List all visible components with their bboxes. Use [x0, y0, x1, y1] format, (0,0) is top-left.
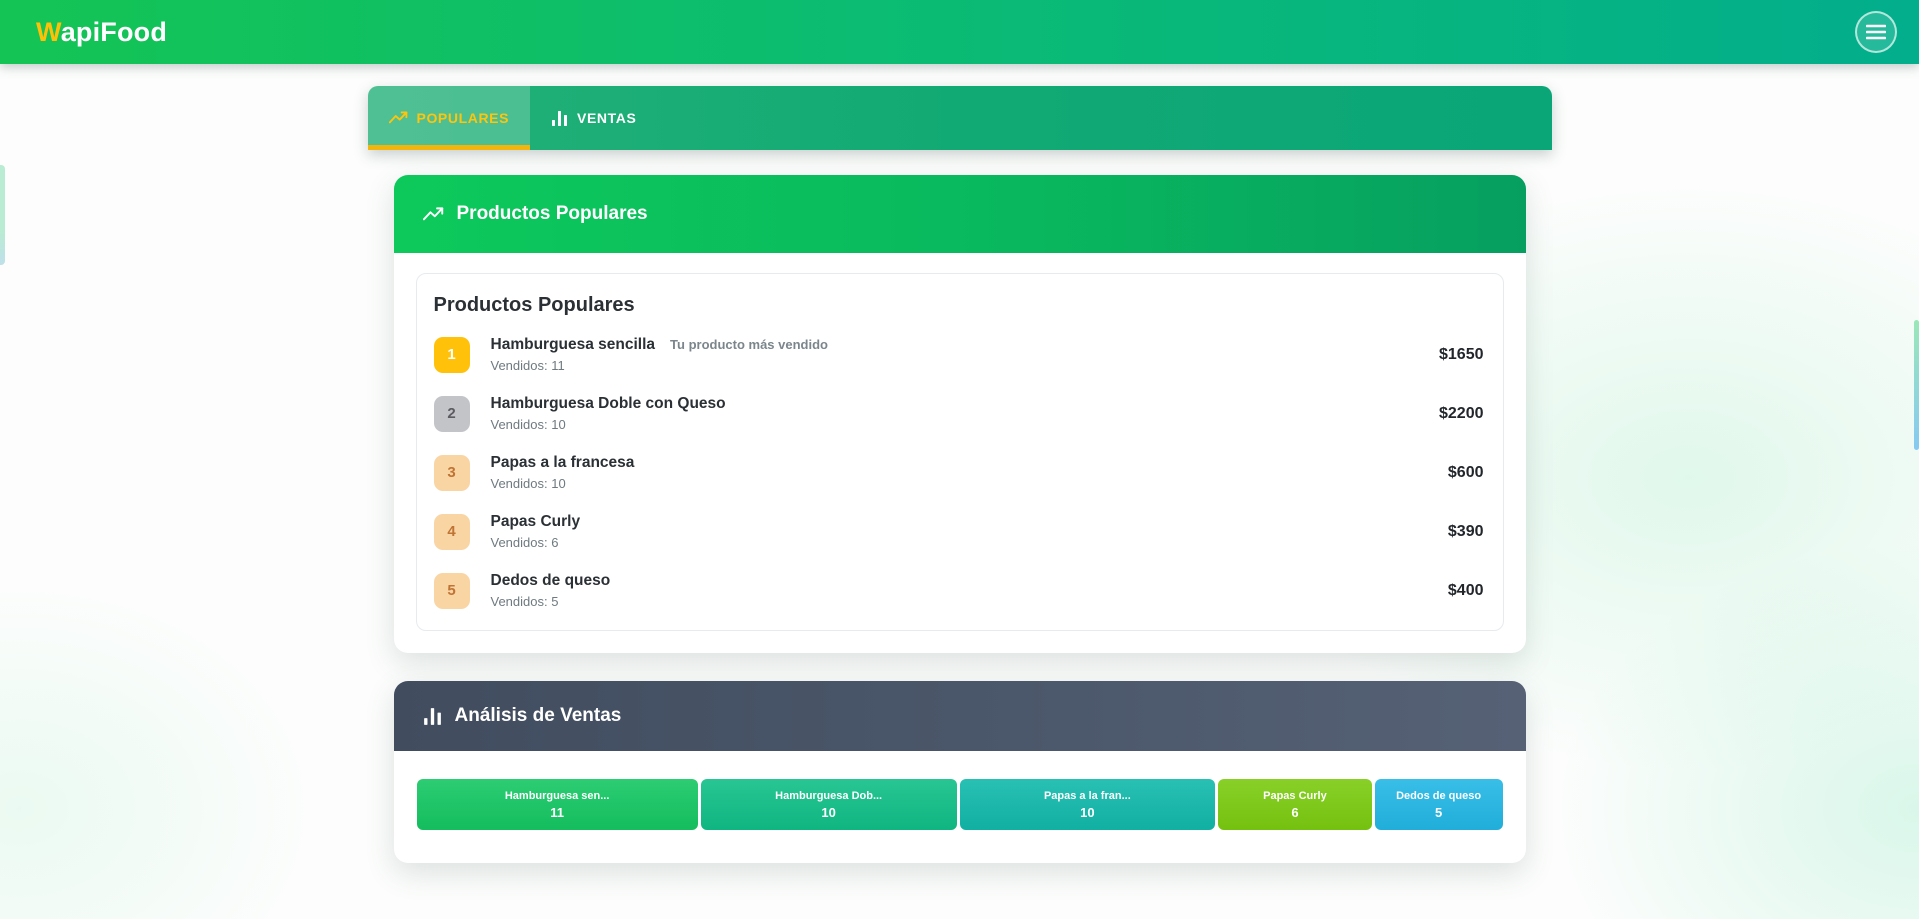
rank-chip: 3: [434, 455, 470, 491]
sales-bars-row: Hamburguesa sen... 11 Hamburguesa Dob... 10…: [417, 779, 1503, 830]
ventas-card-header: Análisis de Ventas: [394, 681, 1526, 751]
rank-chip: 1: [434, 337, 470, 373]
sales-bar-label: Hamburguesa Dob...: [775, 790, 882, 802]
bar-chart-icon: [551, 110, 568, 127]
product-row: 3 Papas a la francesa Vendidos: 10$600: [434, 443, 1486, 502]
sales-bar-label: Papas a la fran...: [1044, 790, 1131, 802]
sales-bar[interactable]: Hamburguesa sen... 11: [417, 779, 698, 830]
brand-initial: W: [36, 17, 61, 47]
product-info: Papas a la francesa Vendidos: 10: [491, 454, 1448, 491]
product-info: Hamburguesa Doble con Queso Vendidos: 10: [491, 395, 1440, 432]
tab-ventas[interactable]: VENTAS: [530, 86, 657, 150]
page: WapiFood POPULARES VENTAS: [0, 0, 1919, 919]
product-price: $600: [1448, 464, 1486, 482]
product-name: Hamburguesa sencilla: [491, 336, 656, 354]
sales-bar[interactable]: Hamburguesa Dob... 10: [701, 779, 957, 830]
scrollbar-thumb[interactable]: [1914, 320, 1919, 450]
product-price: $2200: [1439, 405, 1486, 423]
sales-bar[interactable]: Papas a la fran... 10: [960, 779, 1216, 830]
tab-populares[interactable]: POPULARES: [368, 86, 531, 150]
app-header: WapiFood: [0, 0, 1919, 64]
populares-card-body: Productos Populares 1 Hamburguesa sencill…: [394, 253, 1526, 653]
product-name: Hamburguesa Doble con Queso: [491, 395, 726, 413]
menu-button[interactable]: [1855, 11, 1897, 53]
populares-list-card: Productos Populares 1 Hamburguesa sencill…: [416, 273, 1504, 631]
ventas-card: Análisis de Ventas Hamburguesa sen...11H…: [394, 681, 1526, 863]
product-info: Papas Curly Vendidos: 6: [491, 513, 1448, 550]
sales-bar-label: Papas Curly: [1263, 790, 1327, 802]
rank-chip: 5: [434, 573, 470, 609]
product-sold-count: Vendidos: 5: [491, 594, 1448, 609]
product-sold-count: Vendidos: 6: [491, 535, 1448, 550]
product-row: 5 Dedos de queso Vendidos: 5$400: [434, 561, 1486, 620]
product-sold-count: Vendidos: 10: [491, 476, 1448, 491]
product-row: 4 Papas Curly Vendidos: 6$390: [434, 502, 1486, 561]
product-price: $390: [1448, 523, 1486, 541]
rank-chip: 2: [434, 396, 470, 432]
main-content: POPULARES VENTAS Productos Populares Pro…: [368, 86, 1552, 863]
sales-bar-value: 10: [821, 805, 835, 820]
tab-label: VENTAS: [577, 110, 636, 126]
product-name: Dedos de queso: [491, 572, 611, 590]
sales-bar-value: 11: [550, 805, 564, 820]
product-info: Hamburguesa sencilla Tu producto más vend…: [491, 336, 1440, 373]
trending-up-icon: [423, 206, 444, 223]
product-name: Papas a la francesa: [491, 454, 635, 472]
ventas-card-body: Hamburguesa sen... 11 Hamburguesa Dob... 10…: [394, 751, 1526, 863]
rank-chip: 4: [434, 514, 470, 550]
sales-bar-value: 10: [1080, 805, 1094, 820]
product-price: $400: [1448, 582, 1486, 600]
product-sold-count: Vendidos: 10: [491, 417, 1440, 432]
sales-bar[interactable]: Papas Curly 6: [1218, 779, 1371, 830]
left-edge-accent: [0, 165, 5, 265]
product-info: Dedos de queso Vendidos: 5: [491, 572, 1448, 609]
best-seller-badge: Tu producto más vendido: [670, 337, 828, 352]
populares-card: Productos Populares Productos Populares …: [394, 175, 1526, 653]
product-price: $1650: [1439, 346, 1486, 364]
product-row: 2 Hamburguesa Doble con Queso Vendidos: 10…: [434, 384, 1486, 443]
sales-bar-label: Hamburguesa sen...: [505, 790, 610, 802]
sales-bar-label: Dedos de queso: [1396, 790, 1481, 802]
populares-card-header: Productos Populares: [394, 175, 1526, 253]
card-title: Análisis de Ventas: [455, 705, 622, 727]
list-title: Productos Populares: [434, 294, 1486, 317]
bar-chart-icon: [423, 707, 442, 726]
trending-up-icon: [389, 110, 408, 126]
product-name: Papas Curly: [491, 513, 581, 531]
card-title: Productos Populares: [457, 203, 648, 225]
app-brand: WapiFood: [36, 17, 167, 48]
tab-bar: POPULARES VENTAS: [368, 86, 1552, 150]
sales-bar[interactable]: Dedos de queso 5: [1375, 779, 1503, 830]
product-row: 1 Hamburguesa sencilla Tu producto más ven…: [434, 325, 1486, 384]
product-list: 1 Hamburguesa sencilla Tu producto más ven…: [434, 325, 1486, 620]
sales-bar-value: 5: [1435, 805, 1442, 820]
product-sold-count: Vendidos: 11: [491, 358, 1440, 373]
brand-rest: apiFood: [61, 17, 167, 47]
tab-label: POPULARES: [417, 110, 510, 126]
sales-bar-value: 6: [1291, 805, 1298, 820]
hamburger-icon: [1866, 24, 1886, 40]
